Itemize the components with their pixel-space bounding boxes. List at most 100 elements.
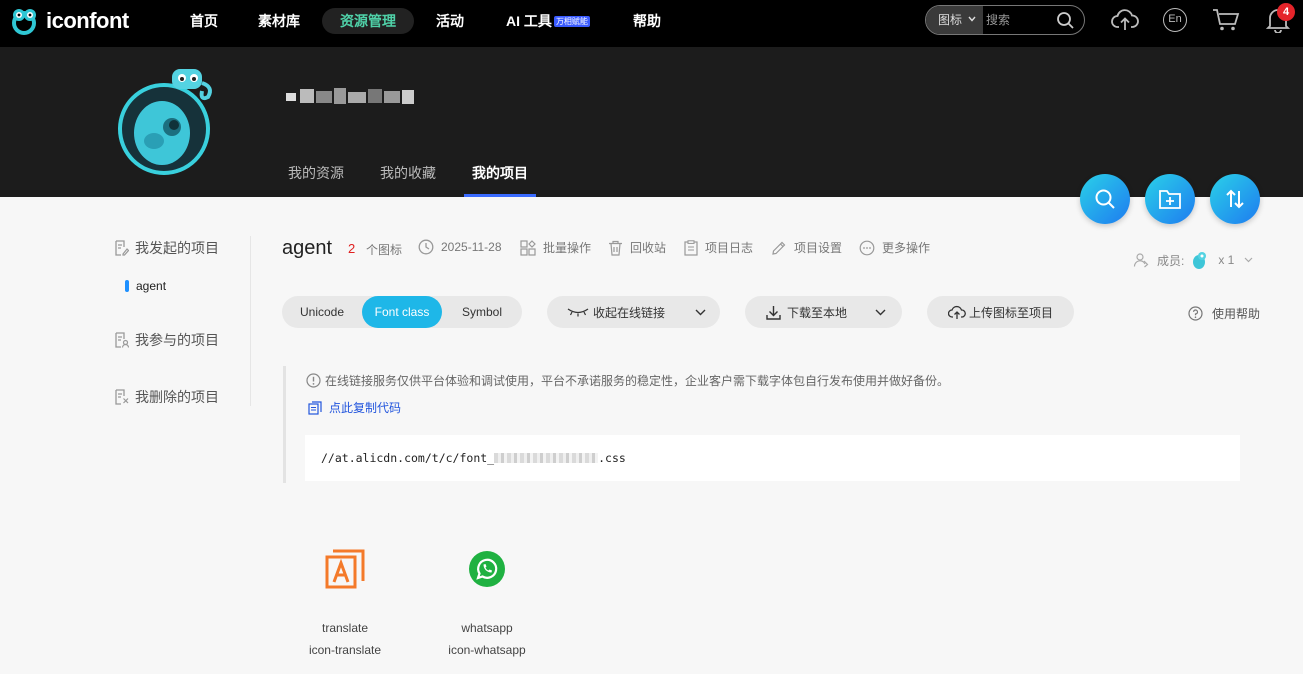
member-avatar: [1193, 252, 1207, 269]
online-link-panel: 在线链接服务仅供平台体验和调试使用，平台不承诺服务的稳定性，企业客户需下载字体包…: [283, 366, 1240, 483]
upload-icons-button[interactable]: 上传图标至项目: [927, 296, 1074, 328]
sort-button[interactable]: [1210, 174, 1260, 224]
folder-add-icon: [1159, 190, 1181, 209]
project-date-text: 2025-11-28: [441, 240, 502, 254]
recycle-bin-button[interactable]: 回收站: [608, 239, 666, 256]
clock-icon: [418, 239, 434, 255]
language-icon[interactable]: En: [1163, 8, 1187, 32]
cloud-upload-icon: [948, 305, 966, 319]
search-icon: [1095, 189, 1115, 209]
sidebar-item-my-created[interactable]: 我发起的项目: [114, 238, 219, 258]
code-url-prefix: //at.alicdn.com/t/c/font_: [321, 451, 495, 465]
chevron-down-icon: [695, 309, 706, 315]
nav-help[interactable]: 帮助: [622, 8, 672, 34]
closed-eye-icon: [567, 308, 589, 317]
document-delete-icon: [115, 389, 129, 405]
mode-symbol[interactable]: Symbol: [442, 296, 522, 328]
mode-unicode[interactable]: Unicode: [282, 296, 362, 328]
batch-operation-label: 批量操作: [543, 241, 592, 255]
project-date: 2025-11-28: [418, 239, 502, 255]
avatar: [118, 69, 212, 175]
users-icon: [1133, 253, 1149, 268]
more-actions-button[interactable]: 更多操作: [859, 239, 930, 256]
recycle-bin-label: 回收站: [630, 241, 667, 255]
collapse-online-link-button[interactable]: 收起在线链接: [547, 296, 720, 328]
collapse-online-link-label: 收起在线链接: [593, 305, 666, 320]
copy-icon: [308, 400, 322, 415]
members-label: 成员:: [1157, 253, 1185, 268]
sidebar-item-label: 我删除的项目: [135, 389, 219, 405]
tab-my-favorites[interactable]: 我的收藏: [380, 163, 436, 183]
copy-code-link[interactable]: 点此复制代码: [308, 399, 401, 416]
sidebar-item-deleted[interactable]: 我删除的项目: [114, 387, 219, 407]
download-icon: [766, 305, 781, 320]
icon-count-label: 个图标: [366, 243, 403, 257]
active-indicator: [125, 280, 129, 292]
members-count: x 1: [1218, 253, 1235, 267]
redacted-name-image: [286, 88, 414, 104]
nav-activities[interactable]: 活动: [426, 8, 474, 34]
project-settings-button[interactable]: 项目设置: [771, 239, 842, 256]
upload-icons-label: 上传图标至项目: [969, 305, 1054, 320]
code-url-suffix: .css: [598, 451, 626, 465]
icon-count: 2: [348, 241, 356, 256]
redacted-font-id: [494, 453, 599, 463]
cart-icon[interactable]: [1212, 8, 1240, 32]
project-log-button[interactable]: 项目日志: [684, 239, 753, 256]
sidebar-item-label: 我参与的项目: [135, 332, 219, 348]
cloud-upload-icon[interactable]: [1111, 7, 1139, 33]
pencil-icon: [772, 241, 786, 255]
whatsapp-icon: [469, 551, 505, 587]
icon-name: whatsapp: [461, 621, 513, 635]
chameleon-logo-icon: [12, 9, 36, 35]
service-notice: 在线链接服务仅供平台体验和调试使用，平台不承诺服务的稳定性，企业客户需下载字体包…: [306, 372, 949, 389]
sidebar-item-participated[interactable]: 我参与的项目: [114, 330, 219, 350]
active-tab-indicator: [464, 194, 536, 197]
sidebar-subitem-agent[interactable]: agent: [125, 279, 166, 293]
search-input[interactable]: [986, 10, 1056, 30]
sort-arrows-icon: [1226, 189, 1244, 209]
usage-help-link[interactable]: 使用帮助: [1188, 305, 1260, 322]
notification-badge: 4: [1277, 3, 1295, 21]
search-project-button[interactable]: [1080, 174, 1130, 224]
sidebar-item-label: 我发起的项目: [135, 240, 219, 256]
project-log-label: 项目日志: [705, 241, 754, 255]
sidebar-divider: [250, 236, 251, 406]
chevron-down-icon: [968, 16, 976, 22]
search-icon[interactable]: [1056, 11, 1075, 30]
icon-card-translate[interactable]: translate icon-translate: [285, 544, 405, 661]
nav-materials[interactable]: 素材库: [250, 8, 308, 34]
nav-ai-tools[interactable]: AI 工具 万相赋能: [498, 8, 598, 34]
icon-name: translate: [321, 621, 369, 635]
info-circle-icon: [306, 373, 321, 388]
members-dropdown[interactable]: 成员: x 1: [1133, 250, 1253, 270]
question-circle-icon: [1188, 306, 1203, 321]
download-local-label: 下载至本地: [787, 305, 848, 320]
usage-help-label: 使用帮助: [1212, 307, 1261, 321]
logo[interactable]: iconfont: [8, 5, 129, 37]
trash-icon: [609, 240, 622, 256]
tab-my-projects[interactable]: 我的项目: [472, 163, 528, 183]
mode-font-class[interactable]: Font class: [362, 296, 442, 328]
tab-my-resources[interactable]: 我的资源: [288, 163, 344, 183]
icon-card-whatsapp[interactable]: whatsapp icon-whatsapp: [427, 544, 547, 661]
search-box: 图标: [925, 5, 1085, 35]
search-type-select[interactable]: 图标: [926, 6, 983, 34]
nav-home[interactable]: 首页: [178, 8, 230, 34]
search-type-label: 图标: [938, 13, 963, 27]
sidebar-subitem-label: agent: [136, 279, 167, 293]
new-project-button[interactable]: [1145, 174, 1195, 224]
username-redacted: [282, 85, 416, 107]
clipboard-icon: [684, 239, 698, 256]
batch-operation-button[interactable]: 批量操作: [520, 239, 591, 256]
project-title: agent: [282, 237, 333, 259]
download-local-button[interactable]: 下载至本地: [745, 296, 902, 328]
nav-ai-tools-label: AI 工具: [506, 13, 552, 29]
chevron-down-icon: [1244, 257, 1253, 263]
copy-code-label: 点此复制代码: [329, 401, 402, 415]
document-user-icon: [115, 332, 129, 348]
nav-resource-management[interactable]: 资源管理: [322, 8, 414, 34]
code-snippet: //at.alicdn.com/t/c/font_ .css: [321, 451, 626, 465]
code-snippet-box[interactable]: //at.alicdn.com/t/c/font_ .css: [305, 435, 1240, 481]
project-settings-label: 项目设置: [794, 241, 843, 255]
